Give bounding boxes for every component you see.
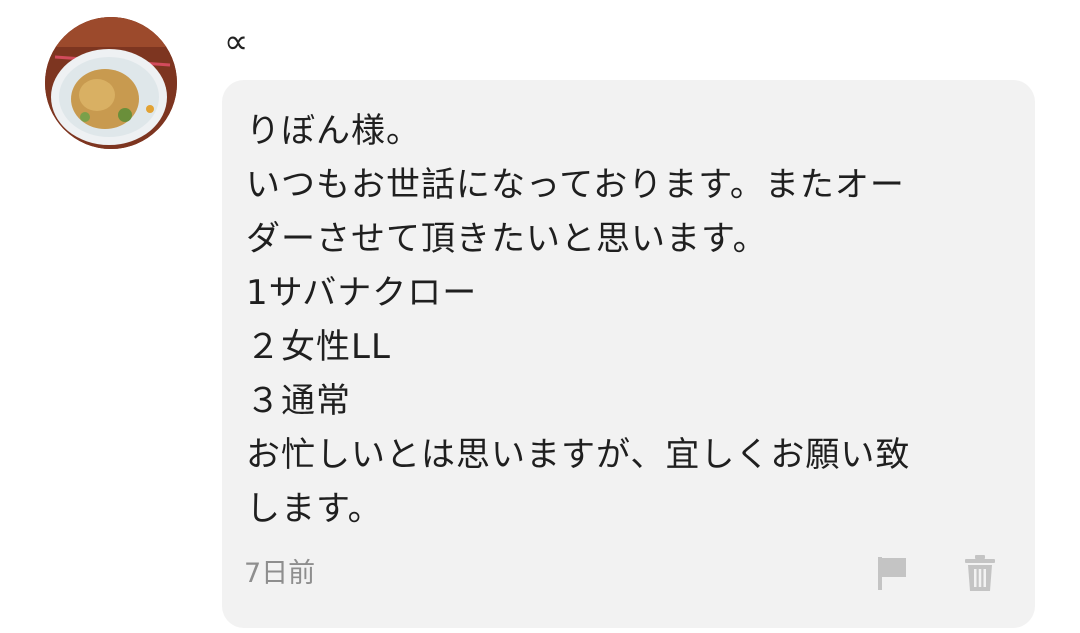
username[interactable]: ∝ — [224, 22, 248, 62]
message-bubble: りぼん様。 いつもお世話になっております。またオー ダーさせて頂きたいと思います… — [222, 80, 1035, 628]
message-line: りぼん様。 — [246, 111, 421, 151]
report-button[interactable] — [870, 550, 914, 596]
delete-button[interactable] — [958, 550, 1002, 596]
message-line: お忙しいとは思いますが、宜しくお願い致 — [246, 435, 911, 475]
message-line: 1サバナクロー — [246, 273, 478, 313]
flag-icon — [878, 557, 906, 590]
message-line: ２女性LL — [246, 327, 391, 367]
message-line: ダーさせて頂きたいと思います。 — [246, 219, 768, 259]
avatar-image — [45, 17, 177, 149]
message-line: いつもお世話になっております。またオー — [246, 165, 905, 205]
avatar[interactable] — [45, 17, 177, 149]
trash-icon — [965, 555, 995, 591]
message-line: します。 — [246, 489, 383, 529]
message-line: ３通常 — [246, 381, 351, 421]
timestamp: 7日前 — [244, 558, 316, 589]
message-body: りぼん様。 いつもお世話になっております。またオー ダーさせて頂きたいと思います… — [246, 104, 1016, 536]
